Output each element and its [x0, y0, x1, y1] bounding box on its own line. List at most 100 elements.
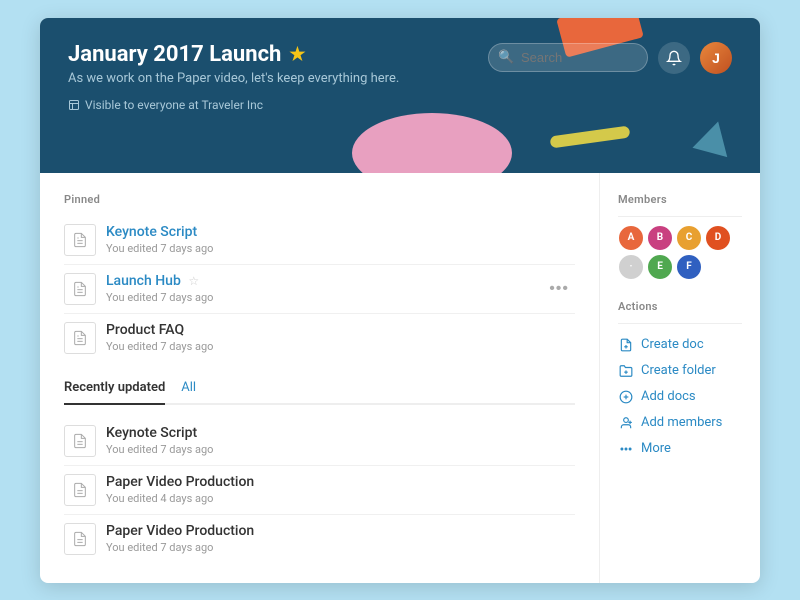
decoration-triangle [692, 116, 735, 156]
header: January 2017 Launch ★ As we work on the … [40, 18, 760, 173]
create-doc-icon [618, 337, 634, 353]
header-subtitle: As we work on the Paper video, let's kee… [68, 71, 399, 86]
project-title-text: January 2017 Launch [68, 42, 281, 67]
doc-info-1: Keynote Script You edited 7 days ago [106, 224, 575, 255]
member-avatar-3[interactable]: C [676, 225, 702, 251]
notifications-button[interactable] [658, 42, 690, 74]
file-icon-r3 [72, 531, 88, 547]
decoration-pink [352, 113, 512, 173]
doc-subtitle-3: You edited 7 days ago [106, 340, 575, 353]
recent-item-2: Paper Video Production You edited 4 days… [64, 466, 575, 515]
add-members-label: Add members [641, 415, 722, 430]
tab-all[interactable]: All [181, 380, 196, 405]
tabs-bar: Recently updated All [64, 380, 575, 405]
member-avatar-4[interactable]: D [705, 225, 731, 251]
recent-info-3: Paper Video Production You edited 7 days… [106, 523, 575, 554]
create-folder-icon [618, 363, 634, 379]
create-doc-label: Create doc [641, 337, 704, 352]
actions-divider [618, 323, 742, 324]
recent-list: Keynote Script You edited 7 days ago [64, 417, 575, 563]
members-section: Members A B C D · E F [618, 193, 742, 280]
file-icon-2 [72, 281, 88, 297]
star-icon[interactable]: ★ [289, 44, 305, 65]
doc-subtitle-2: You edited 7 days ago [106, 291, 575, 304]
main-content: Pinned Keynote Script [40, 173, 760, 583]
search-input[interactable] [488, 43, 648, 72]
project-title: January 2017 Launch ★ [68, 42, 399, 67]
add-docs-icon [618, 389, 634, 405]
pinned-item-1: Keynote Script You edited 7 days ago [64, 216, 575, 265]
header-title-area: January 2017 Launch ★ As we work on the … [68, 42, 399, 112]
doc-info-3: Product FAQ You edited 7 days ago [106, 322, 575, 353]
recent-title-2[interactable]: Paper Video Production [106, 474, 575, 490]
actions-label: Actions [618, 300, 742, 313]
add-members-action[interactable]: Add members [618, 410, 742, 436]
doc-subtitle-1: You edited 7 days ago [106, 242, 575, 255]
plus-doc-icon [619, 390, 633, 404]
actions-section: Actions Create doc [618, 300, 742, 462]
members-label: Members [618, 193, 742, 206]
add-docs-label: Add docs [641, 389, 696, 404]
more-label: More [641, 441, 671, 456]
launch-hub-star[interactable]: ☆ [188, 274, 199, 288]
more-action[interactable]: More [618, 436, 742, 462]
tabs-section: Recently updated All [64, 380, 575, 563]
recent-doc-icon-1 [64, 425, 96, 457]
doc-title-1[interactable]: Keynote Script [106, 224, 575, 240]
recent-item-1: Keynote Script You edited 7 days ago [64, 417, 575, 466]
search-wrapper: 🔍 [488, 43, 648, 72]
file-icon-3 [72, 330, 88, 346]
launch-hub-more-button[interactable]: ••• [543, 278, 575, 300]
app-container: January 2017 Launch ★ As we work on the … [40, 18, 760, 583]
file-icon-r1 [72, 433, 88, 449]
visibility-icon [68, 99, 80, 111]
user-avatar-button[interactable]: J [700, 42, 732, 74]
folder-plus-icon [619, 364, 633, 378]
doc-title-3[interactable]: Product FAQ [106, 322, 575, 338]
left-panel: Pinned Keynote Script [40, 173, 600, 583]
create-folder-action[interactable]: Create folder [618, 358, 742, 384]
create-folder-label: Create folder [641, 363, 716, 378]
recent-item-3: Paper Video Production You edited 7 days… [64, 515, 575, 563]
pinned-label: Pinned [64, 193, 575, 206]
visibility-text: Visible to everyone at Traveler Inc [85, 98, 263, 112]
file-icon [72, 232, 88, 248]
right-panel: Members A B C D · E F Actions [600, 173, 760, 583]
recent-info-2: Paper Video Production You edited 4 days… [106, 474, 575, 505]
recent-doc-icon-3 [64, 523, 96, 555]
decoration-yellow [550, 125, 631, 148]
doc-title-2[interactable]: Launch Hub ☆ [106, 273, 575, 289]
recent-subtitle-1: You edited 7 days ago [106, 443, 575, 456]
bell-icon [666, 50, 682, 66]
recent-title-3[interactable]: Paper Video Production [106, 523, 575, 539]
file-icon-r2 [72, 482, 88, 498]
recent-doc-icon-2 [64, 474, 96, 506]
pinned-item-2: Launch Hub ☆ You edited 7 days ago ••• [64, 265, 575, 314]
more-icon [618, 441, 634, 457]
recent-subtitle-2: You edited 4 days ago [106, 492, 575, 505]
members-row: A B C D · E F [618, 225, 742, 280]
doc-plus-icon [619, 338, 633, 352]
member-avatar-5[interactable]: · [618, 254, 644, 280]
add-members-icon [618, 415, 634, 431]
three-dots-icon [619, 442, 633, 456]
pinned-item-3: Product FAQ You edited 7 days ago [64, 314, 575, 362]
member-avatar-2[interactable]: B [647, 225, 673, 251]
doc-icon-1 [64, 224, 96, 256]
recent-subtitle-3: You edited 7 days ago [106, 541, 575, 554]
member-avatar-7[interactable]: F [676, 254, 702, 280]
member-avatar-1[interactable]: A [618, 225, 644, 251]
add-docs-action[interactable]: Add docs [618, 384, 742, 410]
tab-recently-updated[interactable]: Recently updated [64, 380, 165, 405]
doc-icon-3 [64, 322, 96, 354]
member-avatar-6[interactable]: E [647, 254, 673, 280]
members-divider [618, 216, 742, 217]
person-plus-icon [619, 416, 633, 430]
header-top: January 2017 Launch ★ As we work on the … [68, 42, 732, 112]
recent-title-1[interactable]: Keynote Script [106, 425, 575, 441]
header-controls: 🔍 J [488, 42, 732, 74]
header-visibility: Visible to everyone at Traveler Inc [68, 98, 399, 112]
create-doc-action[interactable]: Create doc [618, 332, 742, 358]
doc-info-2: Launch Hub ☆ You edited 7 days ago [106, 273, 575, 304]
recent-info-1: Keynote Script You edited 7 days ago [106, 425, 575, 456]
